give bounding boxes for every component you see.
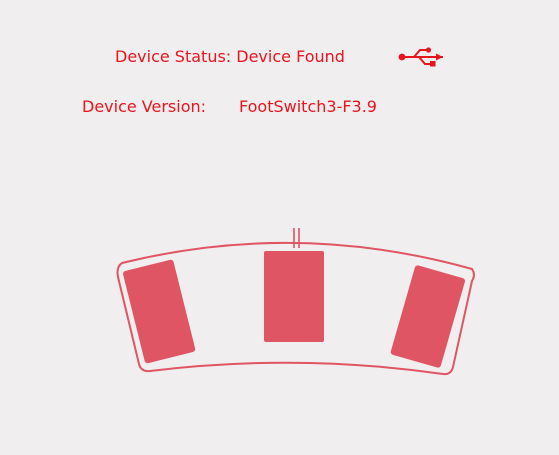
device-version-label: Device Version: <box>82 97 207 116</box>
device-status-text: Device Status: Device Found <box>115 47 345 66</box>
footswitch-icon <box>116 228 475 376</box>
usb-icon <box>398 47 443 67</box>
footswitch-cable <box>293 228 300 248</box>
device-status-row: Device Status: Device Found <box>0 45 559 69</box>
right-pedal[interactable] <box>390 265 466 369</box>
device-version-row: Device Version: FootSwitch3-F3.9 <box>0 95 559 119</box>
left-pedal[interactable] <box>122 259 196 364</box>
device-version-value: FootSwitch3-F3.9 <box>239 97 377 116</box>
middle-pedal[interactable] <box>264 251 324 342</box>
